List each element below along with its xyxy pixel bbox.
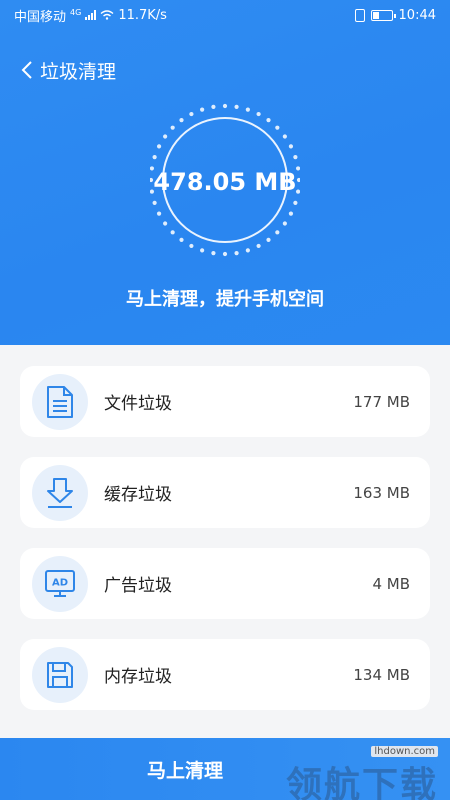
carrier-label: 中国移动 xyxy=(14,9,67,25)
gauge-dot xyxy=(266,118,271,123)
gauge-dot xyxy=(256,111,261,117)
item-size: 163 MB xyxy=(353,483,410,502)
vibrate-icon xyxy=(354,8,365,22)
gauge-dot xyxy=(266,237,271,242)
gauge-dot xyxy=(163,221,168,226)
gauge-dot xyxy=(170,230,175,235)
gauge-dot xyxy=(256,243,261,249)
item-label: 文件垃圾 xyxy=(104,394,172,414)
gauge-dot xyxy=(189,243,194,249)
item-size: 177 MB xyxy=(353,392,410,411)
gauge-dot xyxy=(275,230,280,235)
page-title: 垃圾清理 xyxy=(40,60,117,83)
gauge-dot xyxy=(170,125,175,130)
list-item-memory-junk[interactable]: 内存垃圾 134 MB xyxy=(20,639,430,710)
header-area: 中国移动 4G 11.7K/s 10:44 垃圾清理 478.05 MB 马上清… xyxy=(0,0,450,345)
gauge-dot xyxy=(163,134,168,139)
floppy-disk-icon xyxy=(32,646,88,703)
nav-bar: 垃圾清理 xyxy=(0,50,450,90)
gauge-dot xyxy=(211,104,216,110)
total-junk-size: 478.05 MB xyxy=(153,168,297,196)
gauge-dot xyxy=(234,104,239,110)
watermark-text: 领航下载 xyxy=(285,765,438,800)
gauge-dot xyxy=(245,248,250,253)
gauge-dot xyxy=(156,144,162,149)
gauge-dot xyxy=(211,250,216,256)
gauge-dot xyxy=(234,250,239,256)
chevron-left-icon[interactable] xyxy=(16,59,38,81)
document-icon xyxy=(32,373,88,430)
list-item-ad-junk[interactable]: AD 广告垃圾 4 MB xyxy=(20,548,430,619)
clean-now-label: 马上清理 xyxy=(146,759,223,782)
list-item-file-junk[interactable]: 文件垃圾 177 MB xyxy=(20,366,430,437)
item-label: 内存垃圾 xyxy=(104,667,172,687)
gauge-dot xyxy=(275,125,280,130)
battery-icon xyxy=(370,9,396,21)
network-speed: 11.7K/s xyxy=(118,7,167,23)
gauge-dot xyxy=(200,107,205,112)
item-size: 4 MB xyxy=(372,574,410,593)
junk-list: 文件垃圾 177 MB 缓存垃圾 163 MB AD 广告垃圾 4 MB 内存垃… xyxy=(0,345,450,740)
gauge-dot xyxy=(288,211,294,216)
gauge-dot xyxy=(179,118,184,123)
gauge-dot xyxy=(282,221,287,226)
gauge-dot xyxy=(222,251,228,257)
network-type: 4G xyxy=(70,7,82,17)
gauge-dot xyxy=(293,155,298,160)
list-item-cache-junk[interactable]: 缓存垃圾 163 MB xyxy=(20,457,430,528)
item-size: 134 MB xyxy=(353,665,410,684)
signal-icon xyxy=(85,10,97,20)
download-icon xyxy=(32,464,88,521)
gauge-dot xyxy=(222,103,228,109)
gauge-dot xyxy=(156,211,162,216)
gauge-dot xyxy=(200,248,205,253)
gauge-dot xyxy=(288,144,294,149)
gauge-dot xyxy=(152,155,157,160)
item-label: 广告垃圾 xyxy=(104,576,172,596)
gauge-dot xyxy=(189,111,194,117)
svg-text:AD: AD xyxy=(52,577,68,588)
watermark: lhdown.com 领航下载 xyxy=(272,744,442,800)
gauge-dot xyxy=(282,134,287,139)
status-bar: 中国移动 4G 11.7K/s 10:44 xyxy=(0,0,450,30)
clean-prompt: 马上清理，提升手机空间 xyxy=(126,289,324,310)
gauge-dot xyxy=(152,200,157,205)
item-label: 缓存垃圾 xyxy=(104,485,172,505)
ad-monitor-icon: AD xyxy=(32,555,88,612)
gauge-dot xyxy=(293,200,298,205)
gauge-dot xyxy=(179,237,184,242)
junk-size-gauge: 478.05 MB xyxy=(150,98,300,263)
clock: 10:44 xyxy=(398,7,436,23)
wifi-icon xyxy=(100,10,114,20)
gauge-dot xyxy=(245,107,250,112)
